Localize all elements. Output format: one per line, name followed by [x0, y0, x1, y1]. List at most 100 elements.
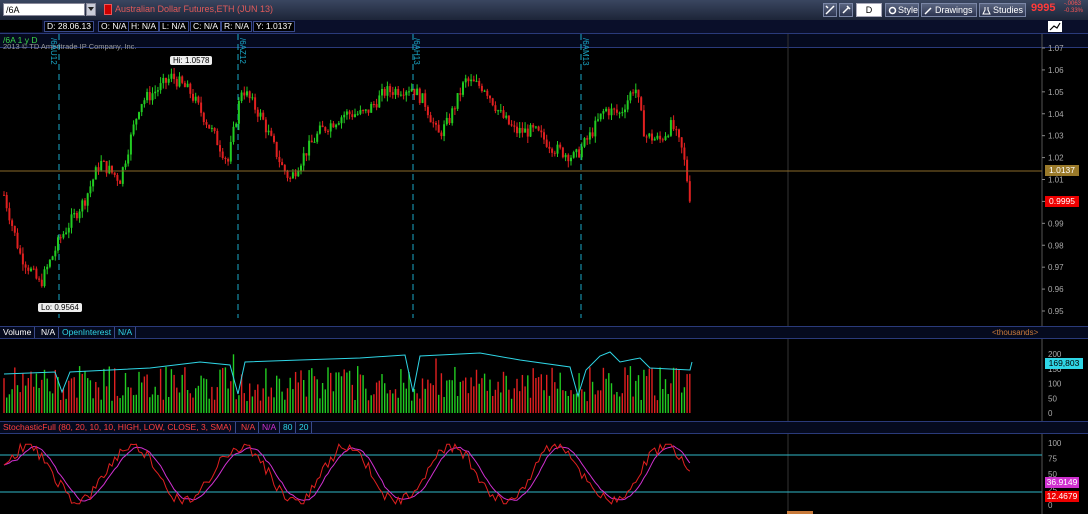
- price-bar-body: [189, 83, 192, 94]
- price-axis-label: 0.98: [1048, 241, 1064, 250]
- price-bar-body: [553, 152, 556, 154]
- price-bar-body: [362, 110, 365, 112]
- price-axis-label: 1.05: [1048, 88, 1064, 97]
- price-bar-body: [46, 266, 49, 270]
- price-bar-body: [543, 132, 545, 140]
- price-axis-label: 0.95: [1048, 307, 1064, 316]
- price-bar-body: [381, 88, 383, 96]
- price-bar-body: [370, 103, 373, 113]
- price-bar-body: [27, 267, 30, 271]
- price-bar-body: [156, 90, 159, 92]
- price-bar-body: [273, 135, 275, 142]
- stoch-oversold-value: 20: [296, 422, 313, 433]
- volume-value: N/A: [38, 327, 60, 338]
- price-bar-body: [283, 165, 286, 172]
- price-bar-body: [467, 78, 470, 82]
- price-bar-body: [67, 227, 70, 233]
- price-chart[interactable]: 1.071.061.051.041.031.021.0110.990.980.9…: [0, 0, 1088, 514]
- stoch-k-line: [3, 442, 691, 506]
- price-bar-body: [94, 167, 97, 180]
- price-bar-body: [624, 109, 626, 113]
- price-bar-body: [213, 127, 216, 132]
- last-price-tag: 0.9995: [1045, 196, 1079, 207]
- price-bar-body: [332, 123, 335, 128]
- price-bar-body: [111, 165, 113, 173]
- price-bar-body: [378, 95, 381, 108]
- price-bar-body: [178, 76, 181, 87]
- price-bar-body: [591, 132, 594, 137]
- price-bar-body: [478, 80, 481, 86]
- price-bar-body: [48, 259, 51, 267]
- price-bar-body: [62, 233, 65, 238]
- price-bar-body: [297, 171, 300, 177]
- price-bar-body: [605, 108, 608, 112]
- price-bar-body: [437, 124, 440, 133]
- price-bar-body: [526, 128, 529, 137]
- price-bar-body: [405, 91, 408, 96]
- price-bar-body: [661, 139, 664, 141]
- price-bar-body: [173, 73, 176, 80]
- price-bar-body: [375, 104, 378, 108]
- stoch-k-tag: 12.4679: [1045, 491, 1079, 502]
- price-bar-body: [327, 130, 329, 132]
- price-bar-body: [653, 138, 656, 141]
- price-bar-body: [532, 124, 535, 128]
- price-bar-body: [318, 125, 321, 134]
- price-bar-body: [129, 134, 132, 155]
- price-bar-body: [372, 103, 375, 105]
- price-bar-body: [475, 80, 478, 82]
- price-bar-body: [580, 146, 583, 158]
- price-bar-body: [537, 126, 540, 131]
- price-bar-body: [408, 91, 410, 93]
- price-bar-body: [324, 127, 327, 131]
- price-axis-label: 1.02: [1048, 154, 1064, 163]
- price-bar-body: [232, 126, 235, 142]
- price-bar-body: [192, 93, 194, 101]
- price-bar-body: [13, 225, 16, 233]
- price-bar-body: [364, 109, 367, 111]
- price-bar-body: [343, 114, 346, 118]
- volume-panel-header: Volume N/A OpenInterest N/A <thousands>: [0, 326, 1088, 339]
- price-axis-label: 1.01: [1048, 176, 1064, 185]
- price-bar-body: [54, 250, 57, 257]
- high-callout: Hi: 1.0578: [170, 56, 213, 65]
- price-bar-body: [521, 127, 524, 133]
- expiry-label-m13: /6AM13: [581, 38, 590, 66]
- price-bar-body: [421, 93, 424, 103]
- price-bar-body: [24, 264, 27, 268]
- stoch-axis-label: 75: [1048, 455, 1057, 464]
- price-bar-body: [470, 79, 473, 82]
- price-bar-body: [680, 137, 683, 148]
- price-bar-body: [78, 211, 81, 219]
- price-bar-body: [202, 112, 205, 123]
- price-bar-body: [84, 200, 86, 206]
- price-bar-body: [556, 144, 559, 154]
- price-bar-body: [534, 126, 537, 128]
- price-bar-body: [254, 97, 257, 110]
- price-bar-body: [610, 108, 613, 116]
- price-bar-body: [354, 114, 356, 117]
- price-bar-body: [294, 172, 297, 177]
- price-bar-body: [626, 100, 629, 110]
- price-bar-body: [151, 93, 154, 101]
- price-axis-label: 1.07: [1048, 44, 1064, 53]
- price-bars: [3, 67, 691, 288]
- stoch-k-value: N/A: [238, 422, 260, 433]
- price-bar-body: [275, 141, 278, 157]
- price-bar-body: [462, 82, 464, 95]
- stochastic-label: StochasticFull (80, 20, 10, 10, HIGH, LO…: [0, 422, 236, 433]
- price-bar-body: [308, 140, 311, 156]
- price-bar-body: [345, 111, 348, 115]
- stoch-d-value: N/A: [259, 422, 281, 433]
- price-bar-body: [402, 94, 405, 96]
- price-bar-body: [186, 83, 189, 88]
- price-bar-body: [564, 154, 567, 158]
- price-bar-body: [313, 141, 316, 143]
- price-bar-body: [51, 256, 54, 260]
- price-bar-body: [183, 82, 186, 88]
- price-bar-body: [445, 117, 448, 125]
- price-bar-body: [548, 146, 551, 149]
- price-bar-body: [170, 73, 173, 79]
- expiry-label-z12: /6AZ12: [238, 38, 247, 64]
- price-bar-body: [667, 135, 670, 137]
